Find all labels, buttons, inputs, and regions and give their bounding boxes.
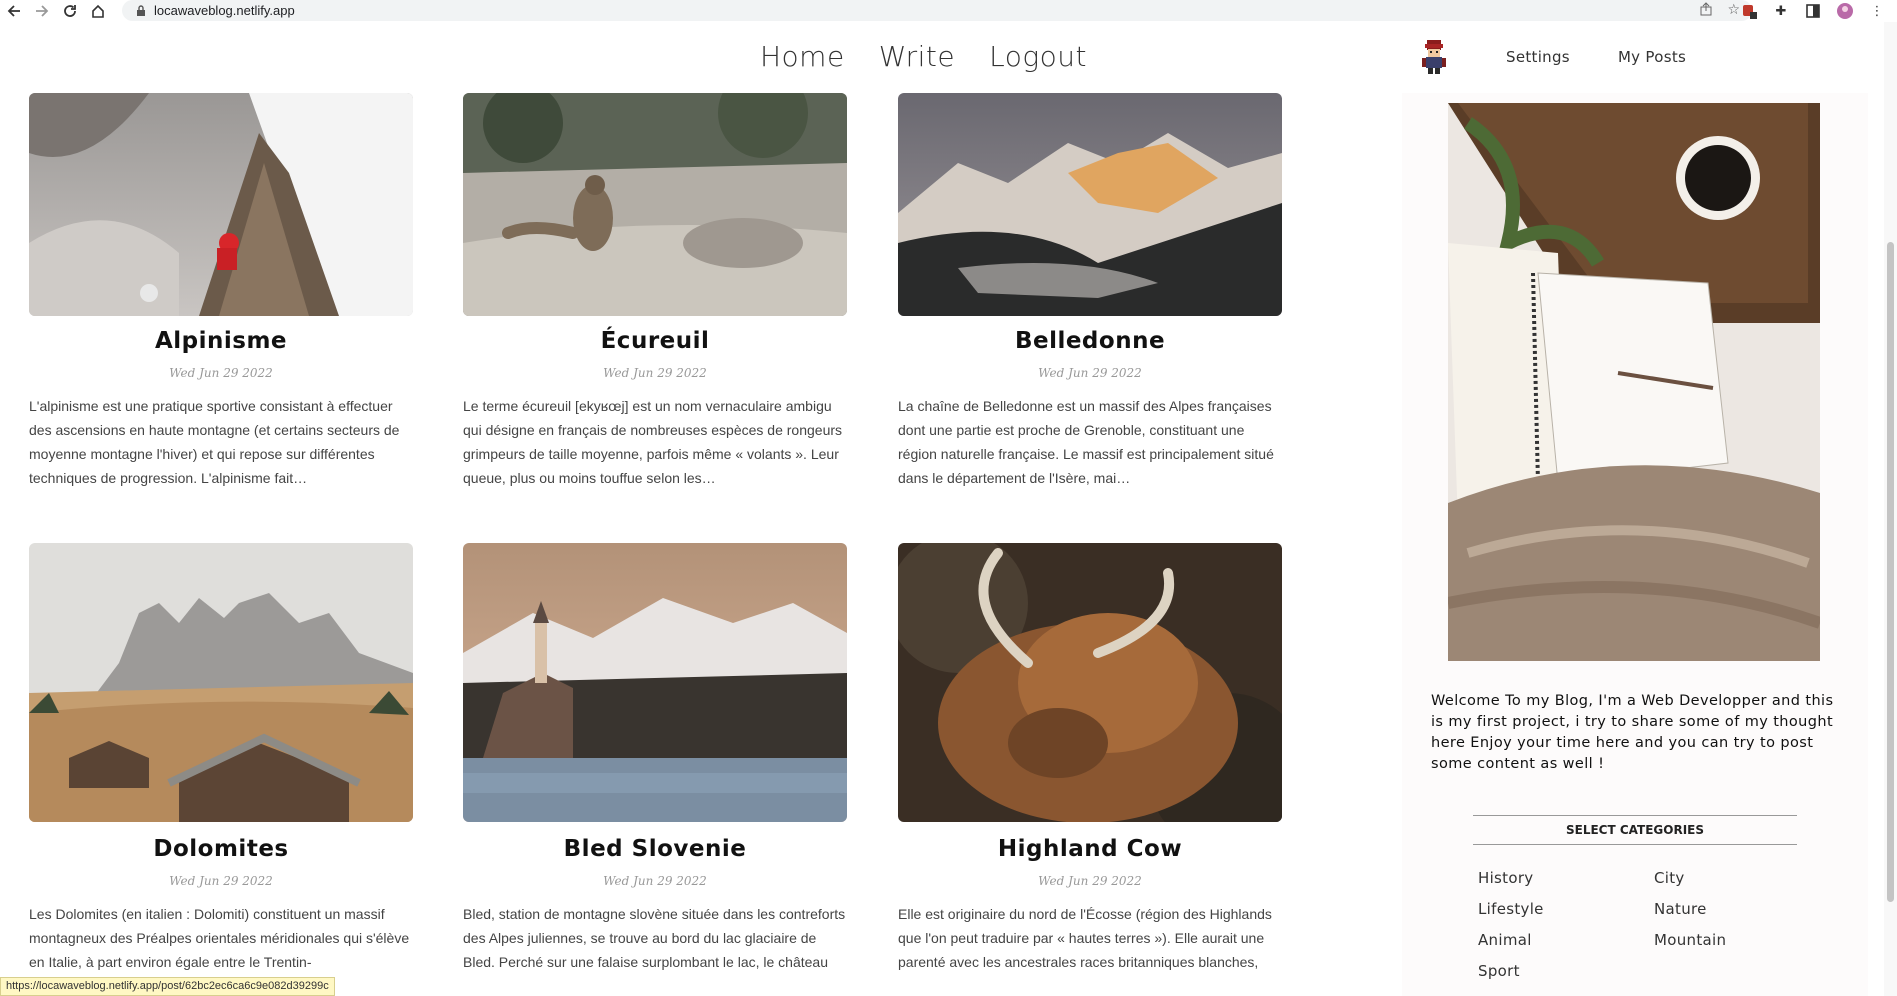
status-url-preview: https://locawaveblog.netlify.app/post/62…	[0, 977, 335, 996]
category-nature[interactable]: Nature	[1654, 900, 1798, 922]
post-title[interactable]: Dolomites	[29, 836, 413, 862]
category-mountain[interactable]: Mountain	[1654, 931, 1798, 953]
scrollbar-thumb[interactable]	[1887, 242, 1894, 902]
extension-badge-icon[interactable]	[1740, 2, 1758, 20]
page-scrollbar[interactable]	[1884, 22, 1897, 996]
settings-link[interactable]: Settings	[1506, 48, 1570, 66]
post-date: Wed Jun 29 2022	[1038, 366, 1142, 380]
forward-arrow-icon[interactable]	[28, 0, 56, 22]
sidebar: Welcome To my Blog, I'm a Web Developper…	[1402, 93, 1868, 996]
post-image-dolomites[interactable]	[29, 543, 413, 822]
post-title[interactable]: Belledonne	[898, 328, 1282, 354]
post-excerpt: Bled, station de montagne slovène située…	[463, 906, 846, 970]
user-links: Settings My Posts	[1506, 48, 1686, 66]
post-image-bled[interactable]	[463, 543, 847, 822]
post-title[interactable]: Écureuil	[463, 328, 847, 354]
categories-list: History City Lifestyle Nature Animal Mou…	[1478, 869, 1798, 984]
post-card[interactable]: Bled Slovenie Wed Jun 29 2022 Bled, stat…	[463, 543, 847, 976]
site-header: Home Write Logout Settings My Posts	[0, 22, 1884, 94]
my-posts-link[interactable]: My Posts	[1618, 48, 1686, 66]
post-image-ecureuil[interactable]	[463, 93, 847, 316]
lock-icon[interactable]	[136, 4, 146, 16]
share-icon[interactable]	[1699, 2, 1713, 20]
user-avatar[interactable]	[1418, 38, 1450, 76]
post-date: Wed Jun 29 2022	[603, 366, 707, 380]
post-image-highland-cow[interactable]	[898, 543, 1282, 822]
nav-logout-link[interactable]: Logout	[989, 40, 1087, 73]
category-history[interactable]: History	[1478, 869, 1654, 891]
post-title[interactable]: Highland Cow	[898, 836, 1282, 862]
category-sport[interactable]: Sport	[1478, 962, 1654, 984]
sidepanel-icon[interactable]	[1804, 2, 1822, 20]
post-excerpt: Elle est originaire du nord de l'Écosse …	[898, 906, 1272, 970]
url-text[interactable]: locawaveblog.netlify.app	[154, 3, 295, 18]
post-image-belledonne[interactable]	[898, 93, 1282, 316]
post-excerpt: Les Dolomites (en italien : Dolomiti) co…	[29, 906, 410, 970]
about-text: Welcome To my Blog, I'm a Web Developper…	[1431, 693, 1834, 772]
puzzle-icon[interactable]: ✚	[1772, 2, 1790, 20]
post-date: Wed Jun 29 2022	[603, 874, 707, 888]
kebab-menu-icon[interactable]: ⋮	[1868, 2, 1886, 20]
post-card[interactable]: Dolomites Wed Jun 29 2022 Les Dolomites …	[29, 543, 413, 976]
post-card[interactable]: Écureuil Wed Jun 29 2022 Le terme écureu…	[463, 93, 847, 490]
post-excerpt: La chaîne de Belledonne est un massif de…	[898, 398, 1274, 486]
post-card[interactable]: Highland Cow Wed Jun 29 2022 Elle est or…	[898, 543, 1282, 976]
post-excerpt: Le terme écureuil [ekyʁœj] est un nom ve…	[463, 398, 843, 486]
post-image-alpinisme[interactable]	[29, 93, 413, 316]
category-animal[interactable]: Animal	[1478, 931, 1654, 953]
nav-write-link[interactable]: Write	[879, 40, 955, 73]
category-city[interactable]: City	[1654, 869, 1798, 891]
post-card[interactable]: Belledonne Wed Jun 29 2022 La chaîne de …	[898, 93, 1282, 490]
category-lifestyle[interactable]: Lifestyle	[1478, 900, 1654, 922]
home-icon[interactable]	[84, 0, 112, 22]
browser-toolbar: locawaveblog.netlify.app ☆ ✚ ⋮	[0, 0, 1897, 22]
post-card[interactable]: Alpinisme Wed Jun 29 2022 L'alpinisme es…	[29, 93, 413, 490]
post-date: Wed Jun 29 2022	[1038, 874, 1142, 888]
profile-avatar-icon[interactable]	[1836, 2, 1854, 20]
post-date: Wed Jun 29 2022	[169, 874, 273, 888]
nav-home-link[interactable]: Home	[760, 40, 845, 73]
back-arrow-icon[interactable]	[0, 0, 28, 22]
post-title[interactable]: Alpinisme	[29, 328, 413, 354]
post-date: Wed Jun 29 2022	[169, 366, 273, 380]
star-icon[interactable]: ☆	[1727, 2, 1740, 20]
sidebar-image	[1448, 103, 1820, 661]
reload-icon[interactable]	[56, 0, 84, 22]
post-excerpt: L'alpinisme est une pratique sportive co…	[29, 398, 400, 486]
categories-heading: SELECT CATEGORIES	[1473, 815, 1797, 845]
post-title[interactable]: Bled Slovenie	[463, 836, 847, 862]
main-menu: Home Write Logout	[760, 40, 1087, 73]
address-bar[interactable]: locawaveblog.netlify.app ☆	[122, 0, 1752, 21]
